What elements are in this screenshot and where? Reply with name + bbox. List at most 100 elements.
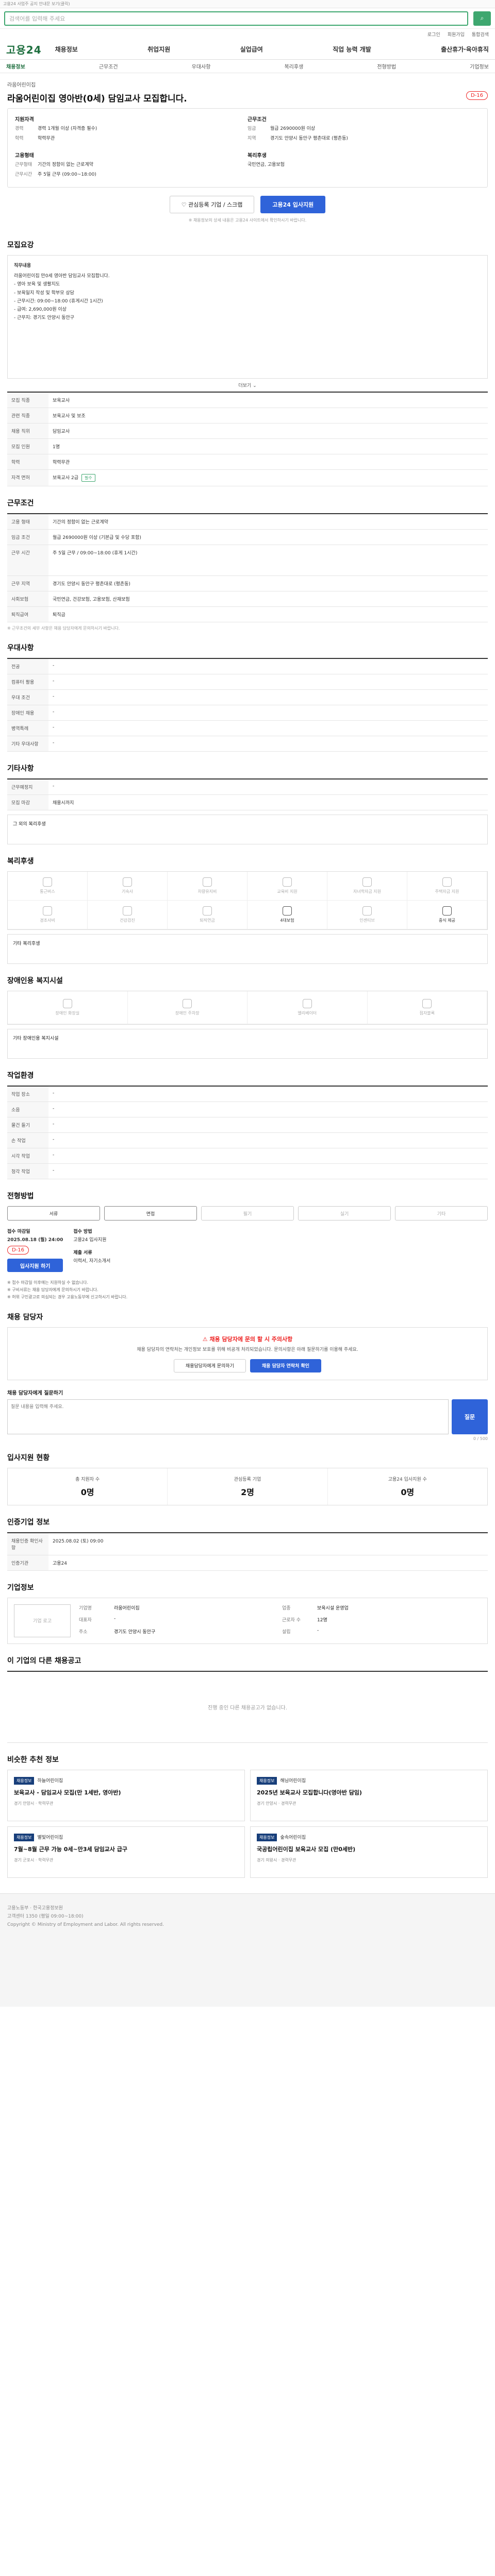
table-row: 학력 학력무관 — [7, 454, 488, 470]
table-label: 컴퓨터 활용 — [7, 674, 48, 689]
disabled-etc-box: 기타 장애인용 복지시설 — [7, 1029, 488, 1059]
table-label: 고용 형태 — [7, 514, 48, 529]
similar-card[interactable]: 채용정보 해님어린이집 2025년 보육교사 모집합니다(영아반 담임) 경기 안양시… — [250, 1769, 488, 1821]
chevron-down-icon: ⌄ — [253, 383, 257, 388]
gnb-item-leave[interactable]: 출산휴가·육아휴직 — [441, 45, 489, 54]
table-value: - — [53, 1106, 55, 1111]
section-title-process: 전형방법 — [7, 1192, 34, 1200]
stats-row: 총 지원자 수 0명 관심등록 기업 2명 고용24 입사지원 수 0명 — [7, 1467, 488, 1505]
table-label: 청각 작업 — [7, 1164, 48, 1179]
welfare-grid: 통근버스 기숙사 차량유지비 교육비 지원 자녀학자금 지원 주택자금 지원 경… — [7, 871, 488, 930]
stat-value: 0명 — [401, 1487, 415, 1497]
card-company: 해님어린이집 — [280, 1778, 306, 1784]
table-row: 인증기관 고용24 — [7, 1555, 488, 1571]
table-value: 퇴직금 — [53, 613, 65, 618]
site-logo[interactable]: 고용24 — [6, 42, 42, 57]
process-step: 기타 — [395, 1206, 488, 1221]
card-company: 별빛어린이집 — [37, 1835, 63, 1840]
table-value: - — [53, 1122, 55, 1127]
gnb-item-unemployment[interactable]: 실업급여 — [240, 45, 263, 54]
section-title-welfare: 복리후생 — [7, 857, 34, 866]
more-button[interactable]: 더보기 ⌄ — [0, 382, 495, 388]
card-meta: 경기 의왕시 · 경력무관 — [257, 1857, 296, 1862]
gnb-item-support[interactable]: 취업지원 — [147, 45, 170, 54]
search-input[interactable]: 검색어를 입력해 주세요 — [4, 11, 468, 26]
facility-item: 점자블록 — [367, 991, 487, 1024]
gnb-item-training[interactable]: 직업 능력 개발 — [333, 45, 371, 54]
similar-cards: 채용정보 하늘어린이집 보육교사 - 담임교사 모집(만 1세반, 영아반) 경기 안… — [7, 1769, 488, 1878]
table-label: 작업 장소 — [7, 1087, 48, 1101]
tab-prefer[interactable]: 우대사항 — [192, 62, 211, 70]
job-description-heading: 직무내용 — [14, 263, 31, 268]
tab-process[interactable]: 전형방법 — [377, 62, 396, 70]
job-description-box: 직무내용 라움어린이집 만0세 영아반 담임교사 모집합니다. - 영아 보육 … — [7, 255, 488, 379]
tab-conditions[interactable]: 근무조건 — [99, 62, 118, 70]
ask-manager-button[interactable]: 채용담당자에게 문의하기 — [173, 1359, 246, 1372]
gnb-item-jobs[interactable]: 채용정보 — [55, 45, 78, 54]
process-apply-button[interactable]: 입사지원 하기 — [7, 1259, 63, 1273]
welfare-item: 인센티브 — [327, 901, 407, 929]
tab-company[interactable]: 기업정보 — [470, 62, 489, 70]
apply-button[interactable]: 고용24 입사지원 — [260, 196, 326, 213]
section-title-disabled: 장애인용 복지시설 — [7, 977, 63, 985]
signup-link[interactable]: 회원가입 — [448, 31, 465, 38]
similar-card[interactable]: 채용정보 하늘어린이집 보육교사 - 담임교사 모집(만 1세반, 영아반) 경기 안… — [7, 1769, 245, 1821]
table-value: - — [53, 725, 55, 730]
scrap-button[interactable]: ♡ 관심등록 기업 / 스크랩 — [169, 196, 255, 213]
other-etc-heading: 그 외의 복리후생 — [13, 822, 46, 827]
company-label: 대표자 — [79, 1617, 92, 1623]
job-info-table: 모집 직종 보육교사 관련 직종 보육교사 및 보조 채용 직위 담임교사 모집 인원… — [7, 392, 488, 486]
table-label: 모집 직종 — [7, 393, 48, 408]
similar-card[interactable]: 채용정보 별빛어린이집 7월~8월 근무 가능 0세~만3세 담임교사 급구 경기 군… — [7, 1826, 245, 1878]
note-line: ※ 허위 구인광고로 의심되는 경우 고용노동부에 신고하시기 바랍니다. — [7, 1294, 128, 1299]
contact-warning-title: 채용 담당자에 문의 할 시 주의사항 — [209, 1336, 293, 1343]
table-value: 주 5일 근무 / 09:00~18:00 (휴게 1시간) — [53, 551, 138, 556]
section-title-prefer: 우대사항 — [7, 644, 34, 652]
integrated-search-link[interactable]: 통합검색 — [472, 31, 489, 38]
qna-textarea[interactable] — [7, 1399, 449, 1434]
table-row: 사회보험 국민연금, 건강보험, 고용보험, 산재보험 — [7, 591, 488, 607]
login-link[interactable]: 로그인 — [427, 31, 440, 38]
welfare-item: 경조사비 — [8, 901, 88, 929]
bus-icon — [43, 877, 52, 887]
table-value: 보육교사 2급 필수 — [48, 470, 488, 486]
table-label: 소음 — [7, 1102, 48, 1117]
view-contact-button[interactable]: 채용 담당자 연락처 확인 — [250, 1359, 322, 1372]
top-notice-bar: 고용24 사업주 공지 안내문 보기(클릭) — [0, 0, 495, 8]
table-value: 기간의 정함이 없는 근로계약 — [53, 520, 108, 525]
table-row: 모집 직종 보육교사 — [7, 393, 488, 408]
section-title-jobinfo: 모집요강 — [7, 241, 34, 249]
company-value: 12명 — [317, 1617, 327, 1623]
table-row: 병역특례 - — [7, 721, 488, 736]
gnb-menu: 채용정보 취업지원 실업급여 직업 능력 개발 출산휴가·육아휴직 — [55, 45, 489, 54]
summary-label: 경력 — [15, 126, 24, 131]
card-badge: 채용정보 — [14, 1776, 35, 1785]
job-description-line: - 영아 보육 및 생활지도 — [14, 282, 60, 287]
company-value: 보육시설 운영업 — [317, 1605, 349, 1611]
parking-icon — [183, 999, 192, 1008]
detail-tabs: 채용정보 근무조건 우대사항 복리후생 전형방법 기업정보 — [0, 60, 495, 73]
heart-icon: ♡ — [181, 201, 189, 208]
qna-submit-button[interactable]: 질문 — [452, 1399, 488, 1434]
search-button[interactable]: ⌕ — [473, 11, 491, 26]
company-name[interactable]: 라움어린이집 — [7, 80, 488, 88]
disabled-etc-heading: 기타 장애인용 복지시설 — [13, 1036, 59, 1041]
table-row: 장애인 채용 - — [7, 705, 488, 721]
site-footer: 고용노동부 · 한국고용정보원 고객센터 1350 (평일 09:00~18:0… — [0, 1893, 495, 2007]
table-value: - — [53, 784, 55, 789]
summary-label: 지역 — [248, 135, 256, 141]
summary-notice: ※ 채용정보의 상세 내용은 고용24 사이트에서 확인하시기 바랍니다. — [188, 218, 307, 223]
top-notice-text[interactable]: 고용24 사업주 공지 안내문 보기(클릭) — [3, 1, 70, 7]
graduation-icon — [362, 877, 372, 887]
tab-welfare[interactable]: 복리후생 — [284, 62, 303, 70]
tab-job-info[interactable]: 채용정보 — [6, 62, 25, 70]
apply-method-label: 접수 방법 — [73, 1229, 92, 1234]
table-value: 2025.08.02 (토) 09:00 — [53, 1538, 104, 1544]
table-label: 임금 조건 — [7, 530, 48, 545]
similar-card[interactable]: 채용정보 숲속어린이집 국공립어린이집 보육교사 모집 (만0세반) 경기 의왕시 ·… — [250, 1826, 488, 1878]
summary-condition-heading: 근무조건 — [248, 117, 267, 123]
table-label: 인증기관 — [7, 1555, 48, 1570]
process-info: 접수 마감일 2025.08.18 (월) 24:00 D-16 입사지원 하기… — [7, 1228, 488, 1273]
company-value: - — [114, 1616, 116, 1621]
welfare-item: 기숙사 — [88, 872, 168, 901]
